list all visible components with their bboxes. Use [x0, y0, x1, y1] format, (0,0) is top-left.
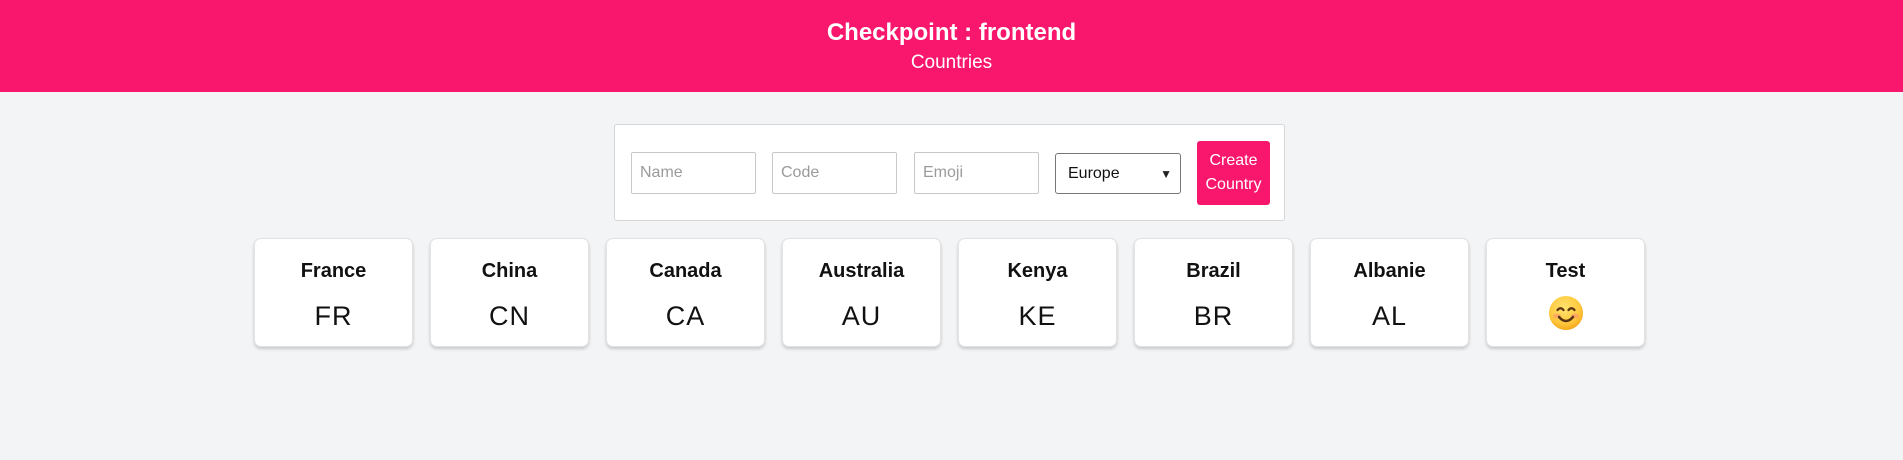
country-card[interactable]: Test — [1486, 238, 1645, 347]
country-card[interactable]: Kenya KE — [958, 238, 1117, 347]
country-name: Brazil — [1186, 260, 1241, 282]
country-name: Test — [1545, 260, 1586, 282]
chevron-down-icon: ▼ — [1160, 167, 1172, 181]
country-name: China — [481, 260, 538, 282]
code-input[interactable] — [772, 152, 897, 194]
country-name: France — [300, 260, 367, 282]
country-name: Australia — [818, 260, 905, 282]
continent-selected-value: Europe — [1068, 165, 1120, 182]
country-name: Albanie — [1353, 260, 1426, 282]
country-card[interactable]: Albanie AL — [1310, 238, 1469, 347]
continent-select[interactable]: Europe ▼ — [1055, 153, 1181, 194]
country-code: FR — [314, 301, 353, 331]
country-card[interactable]: France FR — [254, 238, 413, 347]
page-title: Checkpoint : frontend — [826, 19, 1077, 46]
country-name: Canada — [649, 260, 722, 282]
country-card[interactable]: Canada CA — [606, 238, 765, 347]
country-code: CN — [489, 301, 530, 331]
create-country-button[interactable]: Create Country — [1197, 141, 1270, 205]
name-input[interactable] — [631, 152, 756, 194]
country-code: KE — [1018, 301, 1057, 331]
app-header: Checkpoint : frontend Countries — [0, 0, 1903, 92]
country-name: Kenya — [1007, 260, 1068, 282]
country-card-list: France FR China CN Canada CA Australia A… — [254, 238, 1647, 348]
country-code: AU — [841, 301, 882, 331]
emoji-input[interactable] — [914, 152, 1039, 194]
country-code: CA — [665, 301, 706, 331]
country-code: BR — [1193, 301, 1234, 331]
smiling-face-icon — [1549, 296, 1583, 330]
country-card[interactable]: Brazil BR — [1134, 238, 1293, 347]
country-code: AL — [1371, 301, 1408, 331]
create-country-form: Europe ▼ Create Country — [614, 124, 1285, 221]
country-card[interactable]: Australia AU — [782, 238, 941, 347]
page-subtitle: Countries — [910, 52, 993, 73]
country-card[interactable]: China CN — [430, 238, 589, 347]
